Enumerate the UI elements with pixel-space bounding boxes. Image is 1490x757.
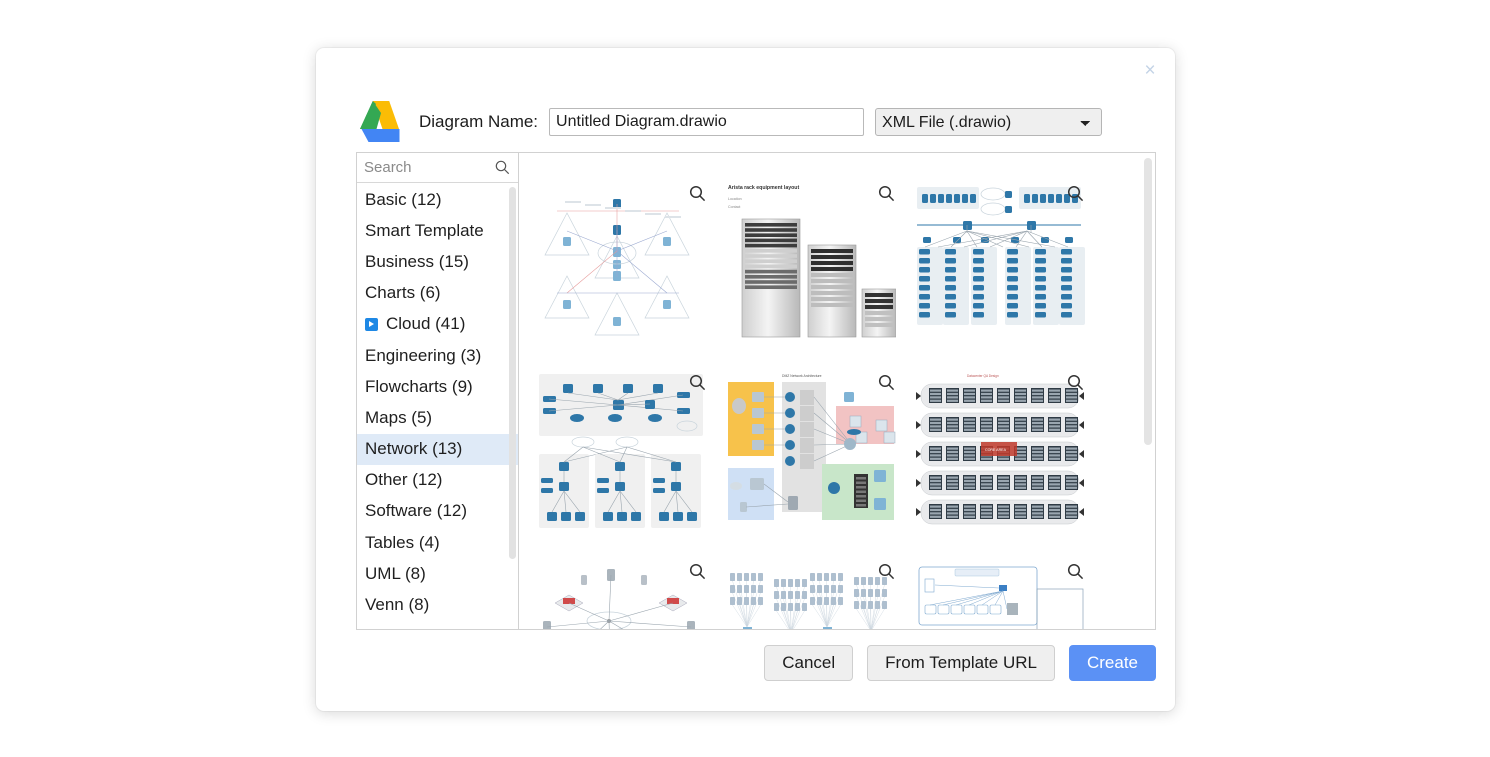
sidebar-item-label: Business (15) bbox=[365, 251, 469, 271]
sidebar-item-flowcharts[interactable]: Flowcharts (9) bbox=[357, 371, 518, 402]
template-card[interactable] bbox=[909, 541, 1098, 629]
close-icon[interactable]: × bbox=[1139, 61, 1161, 83]
dialog-footer: Cancel From Template URL Create bbox=[356, 645, 1156, 681]
template-card[interactable] bbox=[531, 163, 720, 352]
svg-text:Arista rack equipment layout: Arista rack equipment layout bbox=[728, 185, 799, 191]
zoom-preview-icon[interactable] bbox=[1067, 185, 1084, 202]
category-sidebar: Basic (12) Smart Template Business (15) Cha… bbox=[356, 152, 519, 630]
sidebar-item-tables[interactable]: Tables (4) bbox=[357, 527, 518, 558]
template-card[interactable]: Datacenter QA Design CORE AREA bbox=[909, 352, 1098, 541]
dialog-header: Diagram Name: XML File (.drawio) bbox=[356, 94, 1146, 150]
cancel-button[interactable]: Cancel bbox=[764, 645, 854, 681]
google-drive-logo bbox=[360, 101, 400, 142]
sidebar-item-label: Tables (4) bbox=[365, 532, 440, 552]
search-input[interactable] bbox=[357, 153, 518, 182]
template-grid-panel: Arista rack equipment layout Location Cont… bbox=[519, 152, 1156, 630]
create-button[interactable]: Create bbox=[1068, 645, 1156, 681]
sidebar-item-software[interactable]: Software (12) bbox=[357, 496, 518, 527]
template-card[interactable] bbox=[720, 541, 909, 629]
svg-text:Location: Location bbox=[728, 197, 742, 201]
svg-text:CORE AREA: CORE AREA bbox=[985, 448, 1007, 452]
sidebar-item-business[interactable]: Business (15) bbox=[357, 246, 518, 277]
template-card[interactable] bbox=[909, 163, 1098, 352]
zoom-preview-icon[interactable] bbox=[1067, 374, 1084, 391]
template-thumbnail bbox=[537, 559, 707, 629]
sidebar-item-label: Software (12) bbox=[365, 501, 468, 521]
sidebar-item-label: Charts (6) bbox=[365, 283, 441, 303]
zoom-preview-icon[interactable] bbox=[689, 185, 706, 202]
template-card[interactable]: DMZ Network Architecture bbox=[720, 352, 909, 541]
sidebar-scrollbar-thumb[interactable] bbox=[509, 187, 516, 560]
template-card[interactable]: Arista rack equipment layout Location Cont… bbox=[720, 163, 909, 352]
sidebar-item-label: Venn (8) bbox=[365, 595, 430, 615]
zoom-preview-icon[interactable] bbox=[878, 374, 895, 391]
category-list[interactable]: Basic (12) Smart Template Business (15) Cha… bbox=[357, 184, 518, 629]
sidebar-item-maps[interactable]: Maps (5) bbox=[357, 402, 518, 433]
template-thumbnail: DMZ Network Architecture bbox=[726, 370, 896, 530]
sidebar-item-network[interactable]: Network (13) bbox=[357, 433, 518, 465]
sidebar-item-label: Network (13) bbox=[365, 439, 463, 459]
template-grid-scrollbar-thumb[interactable] bbox=[1144, 158, 1152, 445]
search-field-wrapper bbox=[357, 153, 518, 183]
template-thumbnail: Arista rack equipment layout Location Cont… bbox=[726, 181, 896, 341]
create-diagram-dialog: × Diagram Name: XML File (.drawio) Basic bbox=[316, 48, 1175, 711]
sidebar-item-venn[interactable]: Venn (8) bbox=[357, 589, 518, 620]
template-card[interactable] bbox=[531, 352, 720, 541]
sidebar-item-label: Flowcharts (9) bbox=[365, 376, 473, 396]
sidebar-item-label: UML (8) bbox=[365, 563, 426, 583]
template-thumbnail bbox=[537, 370, 707, 530]
dialog-body: Basic (12) Smart Template Business (15) Cha… bbox=[356, 152, 1156, 630]
sidebar-item-basic[interactable]: Basic (12) bbox=[357, 184, 518, 215]
diagram-name-input[interactable] bbox=[549, 108, 865, 136]
svg-text:DMZ Network Architecture: DMZ Network Architecture bbox=[782, 374, 822, 378]
sidebar-item-label: Basic (12) bbox=[365, 189, 442, 209]
file-type-select[interactable]: XML File (.drawio) bbox=[875, 108, 1103, 136]
sidebar-scrollbar[interactable] bbox=[508, 185, 517, 628]
sidebar-item-label: Maps (5) bbox=[365, 407, 433, 427]
sidebar-item-label: Cloud (41) bbox=[386, 314, 466, 334]
svg-text:Datacenter QA Design: Datacenter QA Design bbox=[967, 374, 999, 378]
sidebar-item-charts[interactable]: Charts (6) bbox=[357, 278, 518, 309]
zoom-preview-icon[interactable] bbox=[689, 563, 706, 580]
sidebar-item-smart[interactable]: Smart Template bbox=[357, 215, 518, 246]
template-thumbnail bbox=[915, 559, 1085, 629]
zoom-preview-icon[interactable] bbox=[689, 374, 706, 391]
zoom-preview-icon[interactable] bbox=[878, 563, 895, 580]
sidebar-item-engineering[interactable]: Engineering (3) bbox=[357, 340, 518, 371]
template-grid: Arista rack equipment layout Location Cont… bbox=[519, 153, 1124, 629]
template-grid-scrollbar[interactable] bbox=[1142, 156, 1153, 626]
svg-text:Contact: Contact bbox=[728, 205, 740, 209]
expand-triangle-icon[interactable] bbox=[365, 317, 378, 331]
from-template-url-button[interactable]: From Template URL bbox=[867, 645, 1055, 681]
zoom-preview-icon[interactable] bbox=[878, 185, 895, 202]
template-thumbnail bbox=[915, 181, 1085, 341]
sidebar-item-other[interactable]: Other (12) bbox=[357, 465, 518, 496]
sidebar-item-uml[interactable]: UML (8) bbox=[357, 558, 518, 589]
sidebar-item-label: Other (12) bbox=[365, 470, 443, 490]
diagram-name-label: Diagram Name: bbox=[419, 112, 539, 131]
template-thumbnail: Datacenter QA Design CORE AREA bbox=[915, 370, 1085, 530]
sidebar-item-label: Engineering (3) bbox=[365, 345, 482, 365]
zoom-preview-icon[interactable] bbox=[1067, 563, 1084, 580]
template-card[interactable] bbox=[531, 541, 720, 629]
template-thumbnail bbox=[726, 559, 896, 629]
sidebar-item-cloud[interactable]: Cloud (41) bbox=[357, 309, 518, 340]
template-thumbnail bbox=[537, 181, 707, 341]
sidebar-item-label: Smart Template bbox=[365, 220, 484, 240]
